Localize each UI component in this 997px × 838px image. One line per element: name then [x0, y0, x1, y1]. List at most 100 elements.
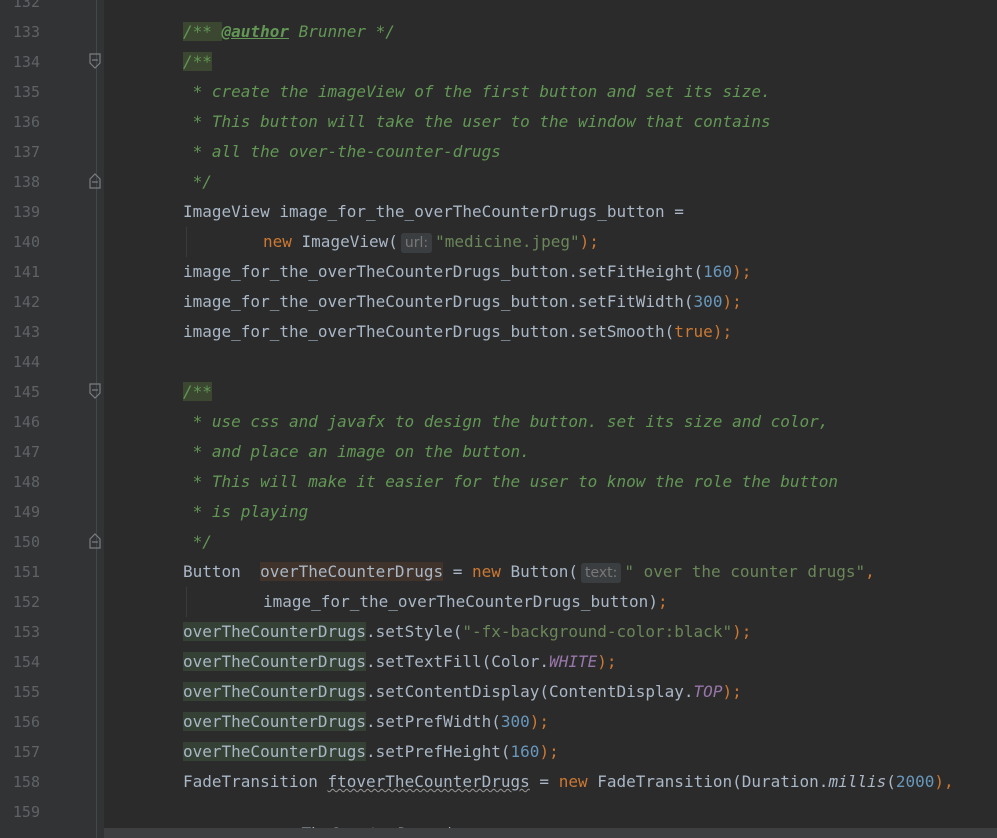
code-token: WHITE	[549, 652, 598, 671]
code-token: =	[443, 562, 472, 581]
code-token: new	[472, 562, 501, 581]
code-line[interactable]: 142 image_for_the_overTheCounterDrugs_but…	[0, 287, 997, 317]
code-line[interactable]: 133 /** @author Brunner */	[0, 17, 997, 47]
code-text: /** @author Brunner */	[183, 17, 395, 47]
code-token: Brunner */	[288, 22, 395, 41]
code-text: * create the imageView of the first butt…	[183, 77, 771, 107]
code-line[interactable]: 159	[0, 797, 997, 827]
code-text: image_for_the_overTheCounterDrugs_button…	[183, 317, 732, 347]
code-line[interactable]: 158 FadeTransition ftoverTheCounterDrugs …	[0, 767, 997, 797]
code-line[interactable]: 132	[0, 0, 997, 17]
code-token: overTheCounterDrugs	[260, 562, 444, 581]
code-token: ,	[865, 562, 875, 581]
code-line[interactable]: 140 new ImageView(url: "medicine.jpeg");	[0, 227, 997, 257]
code-text: overTheCounterDrugs.setStyle("-fx-backgr…	[183, 617, 751, 647]
code-token: ;	[657, 592, 668, 611]
code-text: * all the over-the-counter-drugs	[183, 137, 501, 167]
code-text: /**	[183, 47, 212, 77]
code-token: */	[183, 532, 212, 551]
code-token: * This will make it easier for the user …	[183, 472, 839, 491]
line-number: 150	[12, 533, 40, 551]
code-text: * This will make it easier for the user …	[183, 467, 838, 497]
code-line[interactable]: 144	[0, 347, 997, 377]
code-token: /**	[183, 22, 222, 41]
line-number: 149	[12, 503, 40, 521]
code-line[interactable]: 153 overTheCounterDrugs.setStyle("-fx-bac…	[0, 617, 997, 647]
code-text: * is playing	[183, 497, 309, 527]
code-token: );	[712, 322, 733, 341]
code-token: "-fx-background-color:black"	[462, 622, 733, 641]
code-token: * create the imageView of the first butt…	[183, 82, 771, 101]
code-line[interactable]: 148 * This will make it easier for the u…	[0, 467, 997, 497]
code-line[interactable]: 141 image_for_the_overTheCounterDrugs_but…	[0, 257, 997, 287]
code-line[interactable]: 156 overTheCounterDrugs.setPrefWidth(300)…	[0, 707, 997, 737]
code-line[interactable]: 145 /**	[0, 377, 997, 407]
line-number: 141	[12, 263, 40, 281]
code-line[interactable]: 155 overTheCounterDrugs.setContentDisplay…	[0, 677, 997, 707]
line-number: 152	[12, 593, 40, 611]
code-line[interactable]: 152 image_for_the_overTheCounterDrugs_but…	[0, 587, 997, 617]
code-token: .setContentDisplay(ContentDisplay.	[366, 682, 694, 701]
code-token: (	[886, 772, 896, 791]
code-line[interactable]: 150 */	[0, 527, 997, 557]
line-number: 133	[12, 23, 40, 41]
code-line[interactable]: 136 * This button will take the user to …	[0, 107, 997, 137]
code-line[interactable]: 151 Button overTheCounterDrugs = new Butt…	[0, 557, 997, 587]
code-token: new	[558, 772, 588, 791]
code-token: .setTextFill(Color.	[366, 652, 550, 671]
code-line[interactable]: 134 /**	[0, 47, 997, 77]
line-number: 153	[12, 623, 40, 641]
code-token: overTheCounterDrugs	[183, 652, 367, 671]
code-token: 300	[500, 712, 530, 731]
code-token: overTheCounterDrugs	[183, 682, 367, 701]
code-line[interactable]: 135 * create the imageView of the first …	[0, 77, 997, 107]
code-token: ftoverTheCounterDrugs	[327, 772, 530, 791]
fold-open-icon[interactable]	[89, 53, 101, 69]
line-number: 137	[12, 143, 40, 161]
code-token: * all the over-the-counter-drugs	[183, 142, 501, 161]
code-line[interactable]: 139 ImageView image_for_the_overTheCounte…	[0, 197, 997, 227]
code-token: @author	[221, 22, 289, 41]
code-token: */	[183, 172, 212, 191]
code-line[interactable]: 154 overTheCounterDrugs.setTextFill(Color…	[0, 647, 997, 677]
horizontal-scrollbar[interactable]	[104, 828, 997, 838]
code-text: ImageView image_for_the_overTheCounterDr…	[183, 197, 684, 227]
code-line[interactable]: 157 overTheCounterDrugs.setPrefHeight(160…	[0, 737, 997, 767]
line-number: 155	[12, 683, 40, 701]
code-token: 160	[703, 262, 733, 281]
fold-close-icon[interactable]	[89, 173, 101, 189]
code-token: true	[674, 322, 713, 341]
code-lines[interactable]: 132 133 /** @author Brunner */ 134 /** 135 * …	[0, 0, 997, 838]
line-number: 134	[12, 53, 40, 71]
fold-open-icon[interactable]	[89, 383, 101, 399]
code-token: TOP	[693, 682, 723, 701]
code-text: */	[183, 167, 212, 197]
code-line[interactable]: 147 * and place an image on the button.	[0, 437, 997, 467]
parameter-hint: text:	[580, 563, 622, 583]
code-text: FadeTransition ftoverTheCounterDrugs = n…	[183, 767, 954, 797]
code-token: ImageView image_for_the_overTheCounterDr…	[183, 202, 684, 221]
code-text: overTheCounterDrugs.setPrefWidth(300);	[183, 707, 549, 737]
line-number: 138	[12, 173, 40, 191]
code-token: FadeTransition	[183, 772, 328, 791]
code-line[interactable]: 143 image_for_the_overTheCounterDrugs_but…	[0, 317, 997, 347]
code-line[interactable]: 138 */	[0, 167, 997, 197]
code-editor[interactable]: 132 133 /** @author Brunner */ 134 /** 135 * …	[0, 0, 997, 838]
code-text: overTheCounterDrugs.setPrefHeight(160);	[183, 737, 559, 767]
code-line[interactable]: 149 * is playing	[0, 497, 997, 527]
fold-close-icon[interactable]	[89, 533, 101, 549]
line-number: 158	[12, 773, 40, 791]
code-token: 300	[693, 292, 723, 311]
code-token: overTheCounterDrugs	[183, 742, 367, 761]
code-token: * and place an image on the button.	[183, 442, 530, 461]
code-line[interactable]: 146 * use css and javafx to design the b…	[0, 407, 997, 437]
code-token: overTheCounterDrugs	[183, 622, 367, 641]
indent-guide	[186, 587, 187, 617]
line-number: 136	[12, 113, 40, 131]
code-line[interactable]: 137 * all the over-the-counter-drugs	[0, 137, 997, 167]
code-text: overTheCounterDrugs.setContentDisplay(Co…	[183, 677, 742, 707]
line-number: 145	[12, 383, 40, 401]
code-token: .setPrefHeight(	[366, 742, 511, 761]
parameter-hint: url:	[400, 233, 433, 253]
code-token: );	[597, 652, 617, 671]
